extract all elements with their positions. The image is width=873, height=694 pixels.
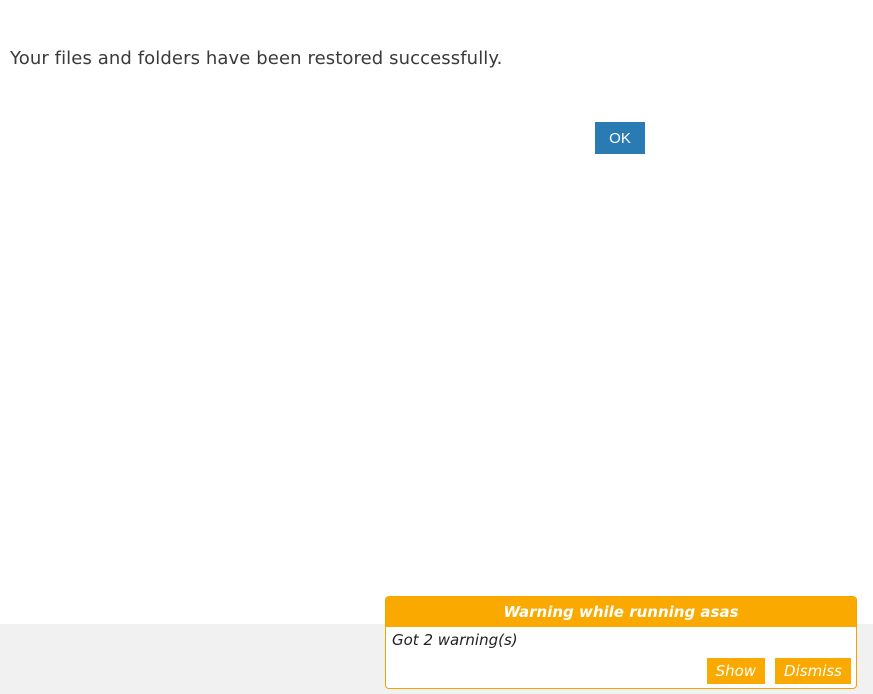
ok-button[interactable]: OK <box>595 122 645 154</box>
dismiss-button[interactable]: Dismiss <box>775 658 851 684</box>
warning-message: Got 2 warning(s) <box>392 631 518 649</box>
show-warnings-button[interactable]: Show <box>706 658 766 684</box>
restore-success-message: Your files and folders have been restore… <box>10 48 503 69</box>
warning-actions: Show Dismiss <box>706 658 851 684</box>
warning-notification: Warning while running asas Got 2 warning… <box>385 596 857 689</box>
warning-title: Warning while running asas <box>386 597 856 627</box>
